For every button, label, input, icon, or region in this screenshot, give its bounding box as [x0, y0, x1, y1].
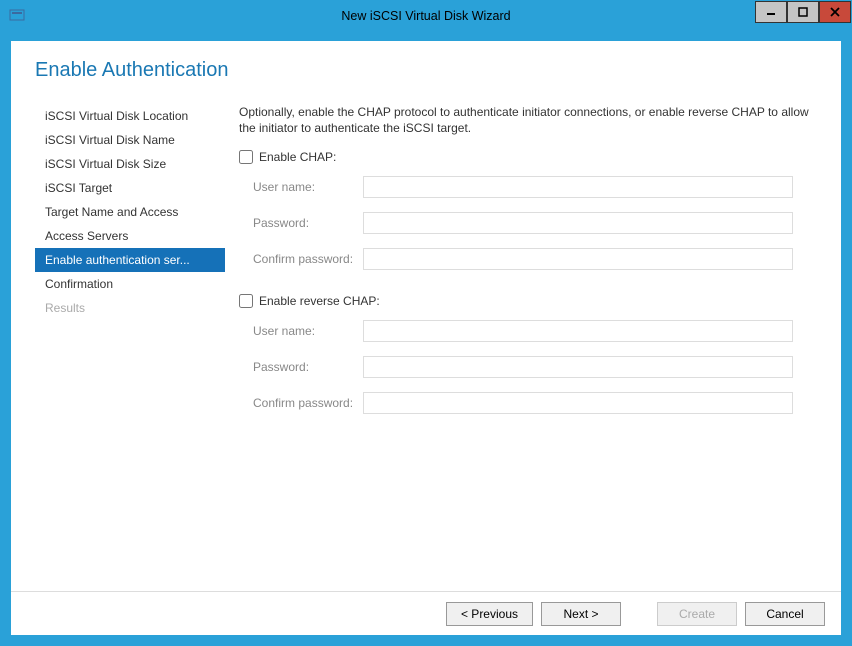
window-title: New iSCSI Virtual Disk Wizard [1, 9, 851, 23]
nav-item[interactable]: Enable authentication ser... [35, 248, 225, 272]
nav-item[interactable]: iSCSI Virtual Disk Location [35, 104, 225, 128]
cancel-button[interactable]: Cancel [745, 602, 825, 626]
chap-password-label: Password: [253, 216, 363, 230]
enable-chap-checkbox[interactable] [239, 150, 253, 164]
reverse-confirm-input[interactable] [363, 392, 793, 414]
wizard-nav: iSCSI Virtual Disk LocationiSCSI Virtual… [35, 104, 225, 591]
nav-item[interactable]: Target Name and Access [35, 200, 225, 224]
chap-password-input[interactable] [363, 212, 793, 234]
maximize-button[interactable] [787, 1, 819, 23]
enable-reverse-chap-label: Enable reverse CHAP: [259, 294, 380, 308]
chap-confirm-label: Confirm password: [253, 252, 363, 266]
chap-username-input[interactable] [363, 176, 793, 198]
window-controls [755, 1, 851, 23]
reverse-password-input[interactable] [363, 356, 793, 378]
nav-item[interactable]: Access Servers [35, 224, 225, 248]
previous-button[interactable]: < Previous [446, 602, 533, 626]
close-button[interactable] [819, 1, 851, 23]
nav-item[interactable]: iSCSI Virtual Disk Name [35, 128, 225, 152]
description-text: Optionally, enable the CHAP protocol to … [239, 104, 817, 136]
chap-username-label: User name: [253, 180, 363, 194]
minimize-button[interactable] [755, 1, 787, 23]
enable-chap-label: Enable CHAP: [259, 150, 336, 164]
chap-confirm-input[interactable] [363, 248, 793, 270]
enable-reverse-chap-checkbox[interactable] [239, 294, 253, 308]
nav-item: Results [35, 296, 225, 320]
create-button[interactable]: Create [657, 602, 737, 626]
nav-item[interactable]: iSCSI Virtual Disk Size [35, 152, 225, 176]
main-panel: Optionally, enable the CHAP protocol to … [225, 104, 817, 591]
nav-item[interactable]: Confirmation [35, 272, 225, 296]
nav-item[interactable]: iSCSI Target [35, 176, 225, 200]
footer: < Previous Next > Create Cancel [11, 591, 841, 635]
page-heading: Enable Authentication [11, 41, 841, 82]
next-button[interactable]: Next > [541, 602, 621, 626]
reverse-password-label: Password: [253, 360, 363, 374]
titlebar: New iSCSI Virtual Disk Wizard [1, 1, 851, 31]
reverse-confirm-label: Confirm password: [253, 396, 363, 410]
reverse-username-input[interactable] [363, 320, 793, 342]
app-icon [9, 8, 25, 24]
reverse-username-label: User name: [253, 324, 363, 338]
